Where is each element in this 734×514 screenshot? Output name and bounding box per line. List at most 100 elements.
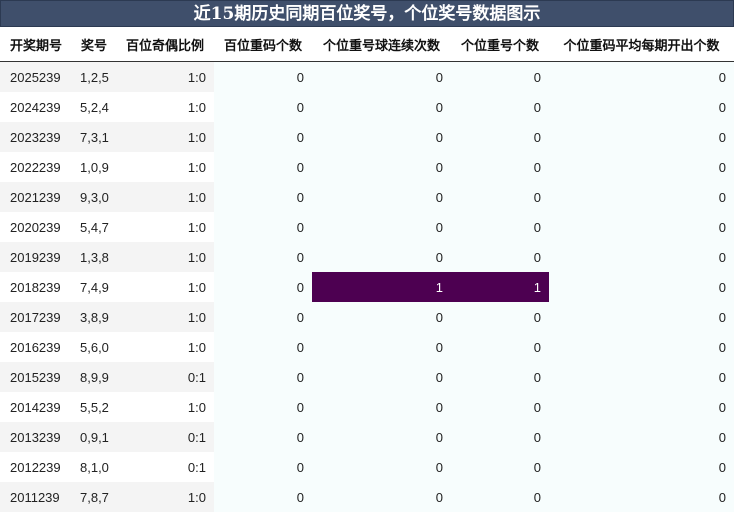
- cell-unit-repeat: 0: [451, 302, 549, 332]
- cell-unit-repeat: 1: [451, 272, 549, 302]
- table-header-row: 开奖期号 奖号 百位奇偶比例 百位重码个数 个位重号球连续次数 个位重号个数 个…: [0, 27, 734, 62]
- table-row: 2024239 5,2,4 1:0 0 0 0 0: [0, 92, 734, 122]
- cell-unit-consecutive: 0: [312, 152, 451, 182]
- header-unit-repeat: 个位重号个数: [451, 27, 549, 62]
- cell-issue: 2023239: [0, 122, 72, 152]
- header-unit-consecutive: 个位重号球连续次数: [312, 27, 451, 62]
- table-row: 2011239 7,8,7 1:0 0 0 0 0: [0, 482, 734, 512]
- cell-numbers: 0,9,1: [72, 422, 116, 452]
- cell-unit-repeat: 0: [451, 212, 549, 242]
- cell-unit-repeat: 0: [451, 182, 549, 212]
- cell-issue: 2013239: [0, 422, 72, 452]
- cell-unit-consecutive: 0: [312, 452, 451, 482]
- cell-unit-consecutive: 0: [312, 422, 451, 452]
- cell-issue: 2022239: [0, 152, 72, 182]
- cell-unit-consecutive: 0: [312, 482, 451, 512]
- cell-issue: 2012239: [0, 452, 72, 482]
- cell-hundred-repeat: 0: [214, 362, 312, 392]
- cell-issue: 2020239: [0, 212, 72, 242]
- cell-issue: 2017239: [0, 302, 72, 332]
- cell-unit-consecutive: 0: [312, 362, 451, 392]
- cell-unit-consecutive: 0: [312, 392, 451, 422]
- cell-numbers: 7,8,7: [72, 482, 116, 512]
- cell-unit-consecutive: 0: [312, 332, 451, 362]
- table-row: 2022239 1,0,9 1:0 0 0 0 0: [0, 152, 734, 182]
- cell-unit-repeat: 0: [451, 482, 549, 512]
- cell-hundred-repeat: 0: [214, 92, 312, 122]
- cell-unit-repeat: 0: [451, 392, 549, 422]
- table-row: 2012239 8,1,0 0:1 0 0 0 0: [0, 452, 734, 482]
- table-body: 2025239 1,2,5 1:0 0 0 0 0 2024239 5,2,4 1:0 0 0 0 0 20…: [0, 61, 734, 512]
- cell-unit-average: 0: [549, 452, 734, 482]
- cell-hundred-repeat: 0: [214, 422, 312, 452]
- cell-numbers: 7,4,9: [72, 272, 116, 302]
- cell-hundred-ratio: 1:0: [116, 212, 214, 242]
- header-issue: 开奖期号: [0, 27, 72, 62]
- cell-unit-average: 0: [549, 272, 734, 302]
- cell-hundred-ratio: 1:0: [116, 392, 214, 422]
- cell-issue: 2025239: [0, 61, 72, 92]
- cell-hundred-ratio: 1:0: [116, 182, 214, 212]
- cell-unit-repeat: 0: [451, 92, 549, 122]
- header-numbers: 奖号: [72, 27, 116, 62]
- cell-unit-average: 0: [549, 482, 734, 512]
- cell-numbers: 1,2,5: [72, 61, 116, 92]
- cell-numbers: 5,4,7: [72, 212, 116, 242]
- cell-numbers: 1,3,8: [72, 242, 116, 272]
- cell-numbers: 9,3,0: [72, 182, 116, 212]
- cell-numbers: 8,1,0: [72, 452, 116, 482]
- table-row: 2020239 5,4,7 1:0 0 0 0 0: [0, 212, 734, 242]
- cell-hundred-repeat: 0: [214, 452, 312, 482]
- cell-unit-average: 0: [549, 302, 734, 332]
- cell-issue: 2014239: [0, 392, 72, 422]
- header-hundred-ratio: 百位奇偶比例: [116, 27, 214, 62]
- cell-unit-consecutive: 1: [312, 272, 451, 302]
- cell-unit-average: 0: [549, 422, 734, 452]
- cell-unit-average: 0: [549, 152, 734, 182]
- cell-hundred-ratio: 1:0: [116, 92, 214, 122]
- cell-unit-average: 0: [549, 242, 734, 272]
- cell-unit-repeat: 0: [451, 152, 549, 182]
- cell-numbers: 5,5,2: [72, 392, 116, 422]
- cell-hundred-repeat: 0: [214, 272, 312, 302]
- cell-unit-average: 0: [549, 182, 734, 212]
- cell-issue: 2011239: [0, 482, 72, 512]
- table-row: 2017239 3,8,9 1:0 0 0 0 0: [0, 302, 734, 332]
- cell-numbers: 1,0,9: [72, 152, 116, 182]
- table-row: 2015239 8,9,9 0:1 0 0 0 0: [0, 362, 734, 392]
- cell-issue: 2015239: [0, 362, 72, 392]
- header-unit-average: 个位重码平均每期开出个数: [549, 27, 734, 62]
- cell-hundred-repeat: 0: [214, 152, 312, 182]
- cell-issue: 2019239: [0, 242, 72, 272]
- cell-hundred-ratio: 0:1: [116, 362, 214, 392]
- header-hundred-repeat: 百位重码个数: [214, 27, 312, 62]
- cell-hundred-repeat: 0: [214, 122, 312, 152]
- table-row: 2021239 9,3,0 1:0 0 0 0 0: [0, 182, 734, 212]
- cell-unit-repeat: 0: [451, 61, 549, 92]
- cell-issue: 2024239: [0, 92, 72, 122]
- cell-unit-average: 0: [549, 212, 734, 242]
- table-row: 2014239 5,5,2 1:0 0 0 0 0: [0, 392, 734, 422]
- cell-hundred-ratio: 1:0: [116, 482, 214, 512]
- cell-hundred-repeat: 0: [214, 182, 312, 212]
- cell-hundred-repeat: 0: [214, 302, 312, 332]
- cell-issue: 2016239: [0, 332, 72, 362]
- cell-hundred-ratio: 1:0: [116, 61, 214, 92]
- cell-hundred-repeat: 0: [214, 482, 312, 512]
- cell-unit-consecutive: 0: [312, 92, 451, 122]
- cell-hundred-repeat: 0: [214, 392, 312, 422]
- table-row: 2025239 1,2,5 1:0 0 0 0 0: [0, 61, 734, 92]
- cell-hundred-ratio: 1:0: [116, 122, 214, 152]
- cell-hundred-ratio: 1:0: [116, 302, 214, 332]
- cell-unit-consecutive: 0: [312, 182, 451, 212]
- cell-hundred-ratio: 0:1: [116, 422, 214, 452]
- cell-unit-average: 0: [549, 362, 734, 392]
- cell-issue: 2021239: [0, 182, 72, 212]
- cell-numbers: 3,8,9: [72, 302, 116, 332]
- cell-hundred-repeat: 0: [214, 61, 312, 92]
- cell-hundred-ratio: 1:0: [116, 242, 214, 272]
- cell-hundred-repeat: 0: [214, 242, 312, 272]
- table-row: 2016239 5,6,0 1:0 0 0 0 0: [0, 332, 734, 362]
- cell-hundred-ratio: 1:0: [116, 272, 214, 302]
- cell-numbers: 8,9,9: [72, 362, 116, 392]
